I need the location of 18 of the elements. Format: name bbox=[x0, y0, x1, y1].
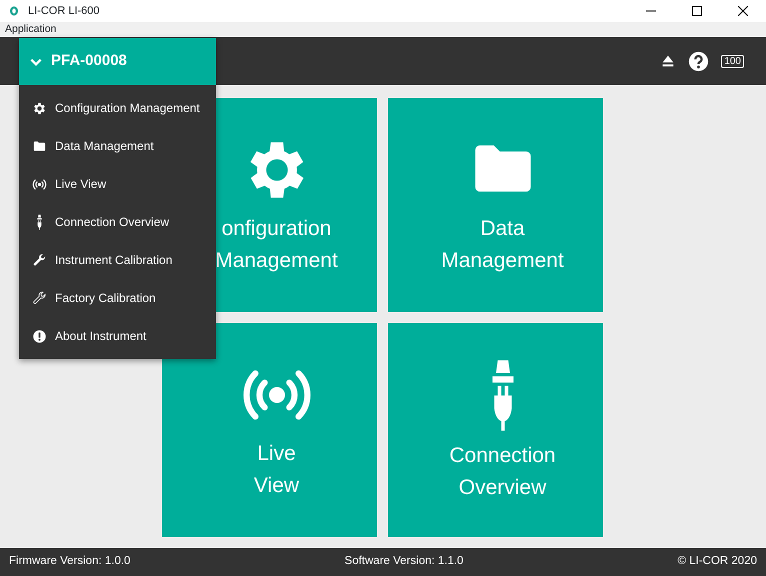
gear-icon bbox=[32, 100, 47, 116]
wrench-icon bbox=[32, 290, 47, 306]
firmware-version: Firmware Version: 1.0.0 bbox=[9, 554, 130, 570]
window-title: LI-COR LI-600 bbox=[28, 4, 100, 19]
wrench-icon bbox=[32, 252, 47, 268]
help-button[interactable] bbox=[688, 50, 710, 72]
software-version: Software Version: 1.1.0 bbox=[344, 554, 464, 570]
menu-bar-item[interactable]: Application bbox=[5, 23, 56, 35]
maximize-icon bbox=[692, 6, 702, 16]
copyright: © LI-COR 2020 bbox=[678, 554, 757, 570]
close-icon bbox=[738, 6, 748, 16]
plug-icon bbox=[35, 214, 44, 230]
folder-icon bbox=[32, 138, 47, 154]
app-logo-icon bbox=[8, 4, 20, 17]
alert-icon bbox=[32, 328, 47, 344]
battery-indicator: 100 bbox=[721, 54, 744, 68]
eject-button[interactable] bbox=[660, 53, 676, 69]
broadcast-icon bbox=[32, 176, 47, 192]
